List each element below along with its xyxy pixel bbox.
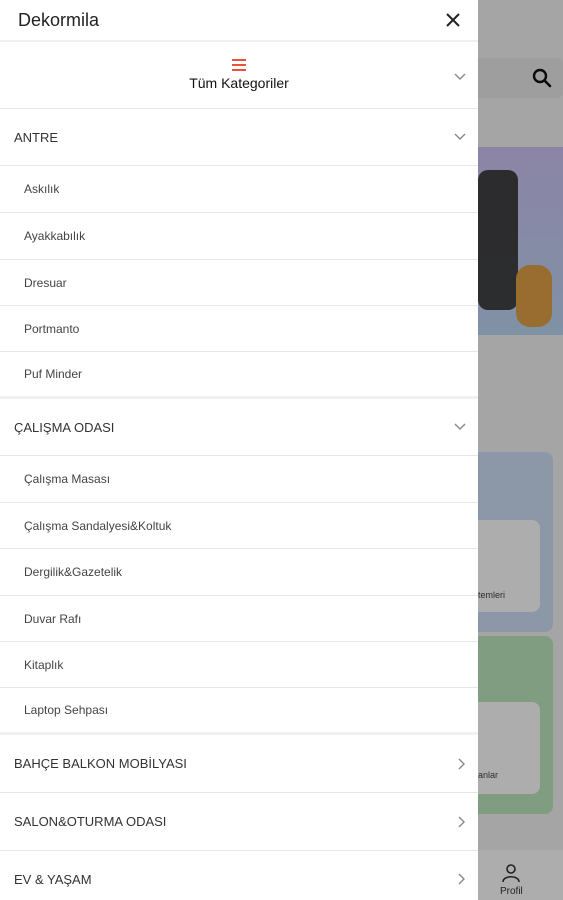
category-row[interactable]: ÇALIŞMA ODASI: [0, 399, 478, 456]
subcategory-label: Çalışma Masası: [24, 472, 111, 486]
subcategory-label: Kitaplık: [24, 657, 64, 672]
all-categories-label: Tüm Kategoriler: [189, 75, 289, 91]
close-button[interactable]: [442, 9, 464, 31]
menu-lines-icon: [232, 59, 246, 71]
subcategory-label: Ayakkabılık: [24, 229, 86, 243]
subcategory-label: Puf Minder: [24, 367, 83, 381]
chevron-down-icon: [454, 423, 466, 431]
subcategory-item[interactable]: Dresuar: [0, 260, 478, 306]
subcategory-item[interactable]: Çalışma Masası: [0, 456, 478, 503]
subcategory-item[interactable]: Ayakkabılık: [0, 213, 478, 260]
subcategory-label: Dergilik&Gazetelik: [24, 565, 123, 579]
category-list: ANTRE Askılık Ayakkabılık Dresuar Portmanto P…: [0, 109, 478, 900]
subcategory-item[interactable]: Dergilik&Gazetelik: [0, 549, 478, 596]
all-categories-toggle[interactable]: Tüm Kategoriler: [0, 42, 478, 109]
subcategory-label: Dresuar: [24, 275, 67, 290]
category-label: ANTRE: [14, 129, 59, 145]
category-row[interactable]: ANTRE: [0, 109, 478, 166]
chevron-down-icon: [454, 133, 466, 141]
subcategory-label: Laptop Sehpası: [24, 703, 109, 717]
category-label: EV & YAŞAM: [14, 871, 92, 887]
subcategory-item[interactable]: Puf Minder: [0, 352, 478, 399]
category-row[interactable]: EV & YAŞAM: [0, 851, 478, 900]
category-row[interactable]: BAHÇE BALKON MOBİLYASI: [0, 735, 478, 793]
subcategory-label: Portmanto: [24, 321, 80, 336]
drawer-header: Dekormila: [0, 0, 478, 42]
subcategory-item[interactable]: Askılık: [0, 166, 478, 213]
subcategory-item[interactable]: Kitaplık: [0, 642, 478, 688]
subcategory-item[interactable]: Duvar Rafı: [0, 596, 478, 642]
subcategory-item[interactable]: Çalışma Sandalyesi&Koltuk: [0, 503, 478, 549]
subcategory-item[interactable]: Laptop Sehpası: [0, 688, 478, 735]
category-label: SALON&OTURMA ODASI: [14, 814, 167, 829]
category-label: ÇALIŞMA ODASI: [14, 419, 115, 435]
chevron-right-icon: [458, 758, 466, 770]
subcategory-label: Çalışma Sandalyesi&Koltuk: [24, 518, 172, 533]
category-label: BAHÇE BALKON MOBİLYASI: [14, 756, 187, 771]
category-drawer: Dekormila Tüm Kategoriler ANTRE Askılık Ay…: [0, 0, 478, 900]
chevron-down-icon: [454, 68, 466, 86]
chevron-right-icon: [458, 873, 466, 885]
subcategory-label: Askılık: [24, 182, 60, 196]
subcategory-label: Duvar Rafı: [24, 611, 82, 626]
close-icon: [446, 13, 460, 27]
category-row[interactable]: SALON&OTURMA ODASI: [0, 793, 478, 851]
chevron-right-icon: [458, 816, 466, 828]
drawer-title: Dekormila: [18, 9, 100, 30]
subcategory-item[interactable]: Portmanto: [0, 306, 478, 352]
